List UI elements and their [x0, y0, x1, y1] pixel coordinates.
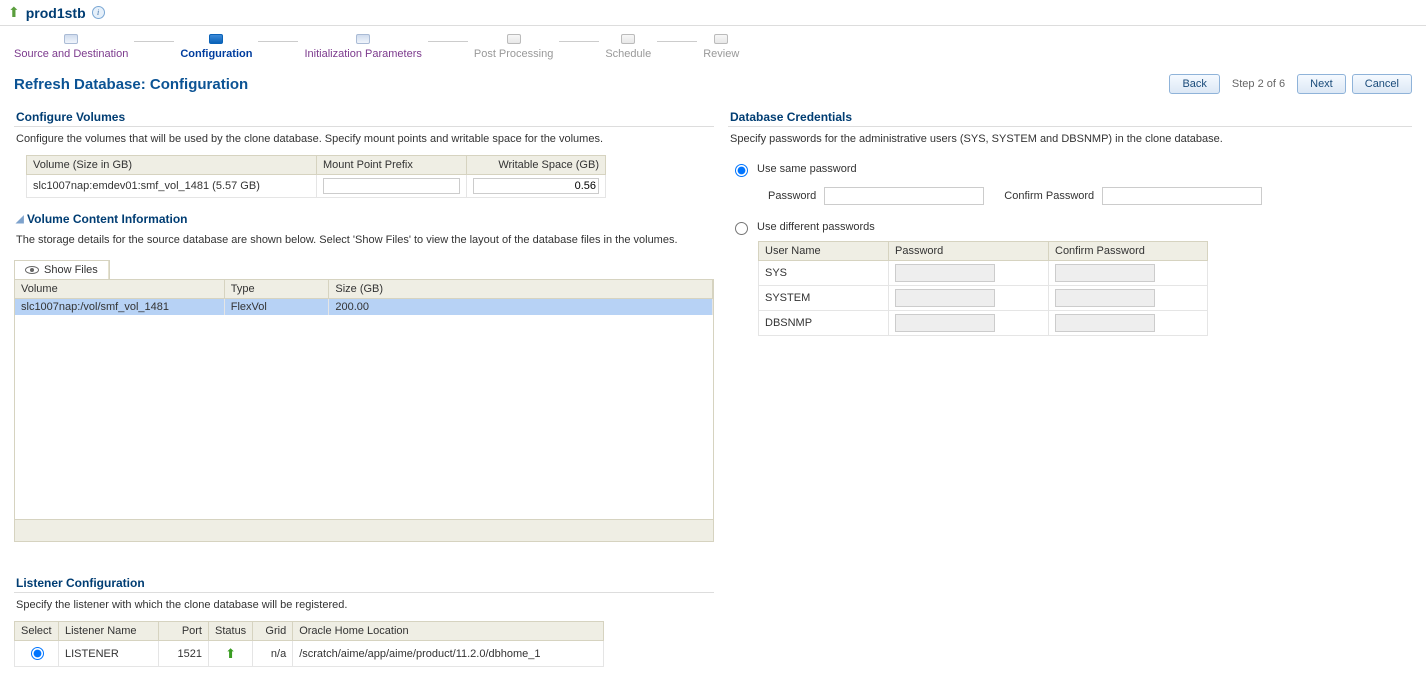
col-vc-volume: Volume [15, 280, 224, 299]
sys-password-input [895, 264, 995, 282]
status-up-icon: ⬆ [225, 646, 236, 661]
wizard-step-review: Review [697, 34, 745, 60]
col-password: Password [889, 242, 1049, 261]
db-name: prod1stb [26, 5, 86, 21]
cred-row-sys: SYS [759, 261, 1208, 286]
wizard-step-init-params[interactable]: Initialization Parameters [298, 34, 427, 60]
next-button[interactable]: Next [1297, 74, 1346, 94]
col-confirm: Confirm Password [1049, 242, 1208, 261]
confirm-password-label: Confirm Password [1004, 190, 1094, 202]
listener-table: Select Listener Name Port Status Grid Or… [14, 621, 604, 667]
confirm-password-input[interactable] [1102, 187, 1262, 205]
col-vc-size: Size (GB) [329, 280, 713, 299]
dbsnmp-confirm-input [1055, 314, 1155, 332]
wizard-train: Source and Destination Configuration Ini… [0, 26, 1426, 64]
credentials-desc: Specify passwords for the administrative… [728, 127, 1412, 155]
sys-confirm-input [1055, 264, 1155, 282]
wizard-step-schedule: Schedule [599, 34, 657, 60]
col-user: User Name [759, 242, 889, 261]
glasses-icon [25, 266, 39, 274]
configure-volumes-heading: Configure Volumes [14, 104, 714, 127]
dbsnmp-password-input [895, 314, 995, 332]
system-confirm-input [1055, 289, 1155, 307]
volume-row: slc1007nap:emdev01:smf_vol_1481 (5.57 GB… [27, 175, 606, 198]
col-status: Status [209, 622, 253, 641]
wizard-step-configuration[interactable]: Configuration [174, 34, 258, 60]
volume-name-cell: slc1007nap:emdev01:smf_vol_1481 (5.57 GB… [27, 175, 317, 198]
cred-row-dbsnmp: DBSNMP [759, 311, 1208, 336]
col-grid: Grid [253, 622, 293, 641]
listener-desc: Specify the listener with which the clon… [14, 593, 714, 621]
credentials-heading: Database Credentials [728, 104, 1412, 127]
volume-content-grid: Volume Type Size (GB) slc1007nap:/vol/sm… [14, 279, 714, 542]
cancel-button[interactable]: Cancel [1352, 74, 1412, 94]
col-listener-name: Listener Name [59, 622, 159, 641]
page-title: Refresh Database: Configuration [14, 76, 248, 93]
use-same-password-label: Use same password [757, 163, 857, 175]
wizard-step-source-destination[interactable]: Source and Destination [8, 34, 134, 60]
configure-volumes-desc: Configure the volumes that will be used … [14, 127, 714, 155]
wizard-step-post-processing: Post Processing [468, 34, 559, 60]
configure-volumes-table: Volume (Size in GB) Mount Point Prefix W… [26, 155, 606, 198]
show-files-button[interactable]: Show Files [15, 261, 109, 279]
volume-content-desc: The storage details for the source datab… [14, 228, 714, 256]
col-select: Select [15, 622, 59, 641]
listener-row: LISTENER 1521 ⬆ n/a /scratch/aime/app/ai… [15, 641, 604, 667]
col-mount: Mount Point Prefix [317, 156, 467, 175]
use-same-password-radio[interactable] [735, 164, 748, 177]
mount-point-input[interactable] [323, 178, 460, 194]
step-indicator: Step 2 of 6 [1226, 78, 1291, 90]
volume-content-disclosure[interactable]: ◢ Volume Content Information [14, 198, 714, 228]
col-port: Port [159, 622, 209, 641]
info-icon[interactable]: i [92, 6, 105, 19]
col-writable: Writable Space (GB) [467, 156, 606, 175]
col-volume: Volume (Size in GB) [27, 156, 317, 175]
password-label: Password [768, 190, 816, 202]
use-diff-password-label: Use different passwords [757, 221, 875, 233]
col-vc-type: Type [224, 280, 329, 299]
triangle-down-icon: ◢ [16, 214, 24, 225]
password-input[interactable] [824, 187, 984, 205]
back-button[interactable]: Back [1169, 74, 1219, 94]
listener-select-radio[interactable] [31, 647, 44, 660]
home-up-icon[interactable]: ⬆ [8, 4, 20, 21]
system-password-input [895, 289, 995, 307]
cred-row-system: SYSTEM [759, 286, 1208, 311]
use-diff-password-radio[interactable] [735, 222, 748, 235]
credentials-table: User Name Password Confirm Password SYS … [758, 241, 1208, 336]
writable-space-input[interactable] [473, 178, 599, 194]
volume-content-row[interactable]: slc1007nap:/vol/smf_vol_1481 FlexVol 200… [15, 299, 713, 315]
grid-footer [15, 519, 713, 541]
listener-heading: Listener Configuration [14, 570, 714, 593]
col-home: Oracle Home Location [293, 622, 604, 641]
